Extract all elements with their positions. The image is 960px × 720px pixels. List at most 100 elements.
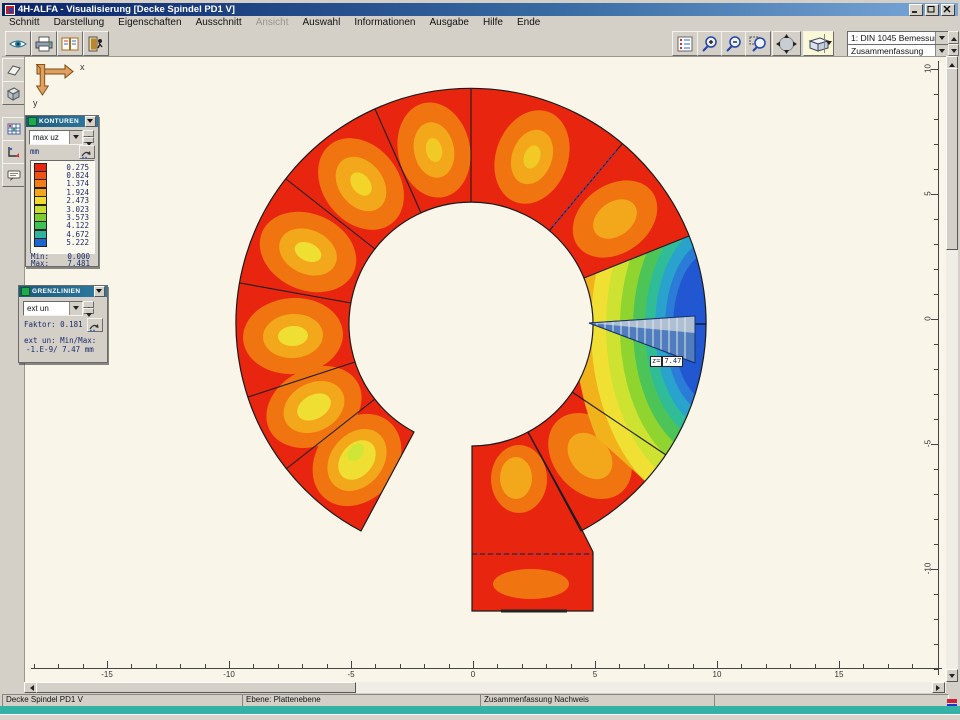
y-tick [934, 419, 938, 420]
y-tick [934, 294, 938, 295]
zoom-out-icon [724, 35, 744, 52]
grenzlinien-spinner[interactable] [83, 301, 94, 314]
x-tick [815, 664, 816, 668]
view-button[interactable] [5, 31, 31, 56]
vertical-scroll-thumb[interactable] [946, 68, 958, 250]
window-title: 4H-ALFA - Visualisierung [Decke Spindel … [18, 4, 235, 15]
y-tick [934, 594, 938, 595]
y-tick [934, 269, 938, 270]
scale-max-row: Max: 7.481 [31, 259, 93, 268]
menu-item-schnitt[interactable]: Schnitt [2, 17, 47, 28]
color-scale-list: 0.2750.8241.3741.9242.4733.0233.5734.122… [30, 160, 95, 254]
view-3d-dropdown[interactable] [824, 34, 832, 53]
exit-button[interactable] [83, 31, 109, 56]
menu-item-ausschnitt[interactable]: Ausschnitt [189, 17, 249, 28]
visualization-canvas[interactable]: x y -15-10-50510151050-5-10 z= 7.47 [24, 56, 947, 683]
scale-max-value: 7.481 [49, 259, 93, 268]
x-tick-label: -10 [223, 670, 235, 679]
apply-faktor-button[interactable] [87, 318, 103, 332]
konturen-toggle-button[interactable] [2, 117, 25, 141]
apply-scale-button[interactable] [79, 145, 95, 159]
design-combo[interactable]: 1: DIN 1045 Bemessung [847, 31, 949, 45]
scale-row: 5.222 [31, 239, 94, 247]
konturen-panel[interactable]: KONTUREN max uz mm 0.2750.8241.3741.9242… [25, 115, 99, 267]
label-toggle-button[interactable] [2, 163, 25, 187]
konturen-combo[interactable]: max uz [29, 130, 83, 145]
grenzlinien-titlebar[interactable]: GRENZLINIEN [19, 286, 107, 297]
panel-menu-button[interactable] [85, 116, 96, 127]
app-icon [5, 5, 15, 15]
x-tick [741, 664, 742, 668]
zoom-in-icon [700, 35, 720, 52]
y-tick [934, 544, 938, 545]
x-tick-label: 15 [835, 670, 844, 679]
konturen-spinner[interactable] [83, 130, 94, 143]
protocol-button[interactable] [672, 31, 698, 56]
x-tick [522, 664, 523, 668]
pan-control[interactable] [772, 31, 801, 56]
grenzlinien-panel[interactable]: GRENZLINIEN ext un Faktor: 0.181 ext un:… [18, 285, 108, 363]
grenzlinien-toggle-button[interactable] [2, 140, 25, 164]
grenzlinien-combo[interactable]: ext un [23, 301, 83, 316]
x-ruler-line [31, 668, 942, 669]
plate-view-button[interactable] [2, 58, 25, 82]
vertical-scrollbar[interactable] [946, 56, 958, 682]
menu-item-informationen[interactable]: Informationen [347, 17, 422, 28]
x-tick [83, 664, 84, 668]
print-button[interactable] [31, 31, 57, 56]
y-tick [934, 669, 938, 670]
y-tick [934, 144, 938, 145]
x-tick [156, 664, 157, 668]
coordinate-axes-icon [31, 59, 81, 107]
horizontal-scrollbar[interactable] [24, 682, 946, 693]
grenzlinien-title: GRENZLINIEN [32, 288, 94, 295]
report-button[interactable] [57, 31, 83, 56]
menu-item-eigenschaften[interactable]: Eigenschaften [111, 17, 188, 28]
x-tick [34, 664, 35, 668]
x-tick [278, 664, 279, 668]
protocol-list-icon [675, 36, 695, 52]
x-tick [839, 661, 840, 668]
result-spinner[interactable] [948, 31, 959, 56]
y-axis-label: y [33, 98, 38, 108]
y-tick [934, 644, 938, 645]
y-tick [934, 169, 938, 170]
x-tick [449, 664, 450, 668]
scroll-down-button[interactable] [946, 669, 958, 682]
marker-prefix: z= [650, 356, 662, 367]
panel-menu-button[interactable] [94, 286, 105, 297]
maximize-button[interactable] [925, 4, 939, 16]
zoom-window-button[interactable] [745, 31, 771, 56]
x-tick-label: 5 [593, 670, 597, 679]
zoom-out-button[interactable] [721, 31, 747, 56]
plate-view-icon [5, 63, 22, 77]
scroll-right-button[interactable] [932, 682, 945, 693]
x-tick [912, 664, 913, 668]
konturen-titlebar[interactable]: KONTUREN [26, 116, 98, 127]
box-3d-view-button[interactable] [2, 81, 25, 105]
close-button[interactable] [941, 4, 955, 16]
view-3d-button[interactable] [803, 31, 834, 56]
konturen-title: KONTUREN [39, 118, 85, 125]
x-tick [327, 664, 328, 668]
grenzlinien-icon [6, 145, 22, 159]
y-tick [934, 219, 938, 220]
menu-item-darstellung[interactable]: Darstellung [47, 17, 112, 28]
combo-arrow-icon[interactable] [935, 32, 948, 44]
y-tick [934, 369, 938, 370]
menu-item-ausgabe[interactable]: Ausgabe [422, 17, 475, 28]
menu-bar: SchnittDarstellungEigenschaftenAusschnit… [2, 16, 958, 29]
desktop-strip [0, 706, 960, 714]
minimize-button[interactable] [909, 4, 923, 16]
konturen-grid-icon [6, 122, 22, 136]
combo-arrow-icon[interactable] [69, 302, 82, 315]
menu-item-auswahl[interactable]: Auswahl [296, 17, 348, 28]
horizontal-scroll-thumb[interactable] [36, 682, 356, 693]
marker-value: 7.47 [662, 356, 683, 367]
menu-item-ende[interactable]: Ende [510, 17, 547, 28]
statusbar-resize-icon [947, 695, 957, 704]
zoom-in-button[interactable] [697, 31, 723, 56]
x-tick [424, 664, 425, 668]
combo-arrow-icon[interactable] [69, 131, 82, 144]
menu-item-hilfe[interactable]: Hilfe [476, 17, 510, 28]
